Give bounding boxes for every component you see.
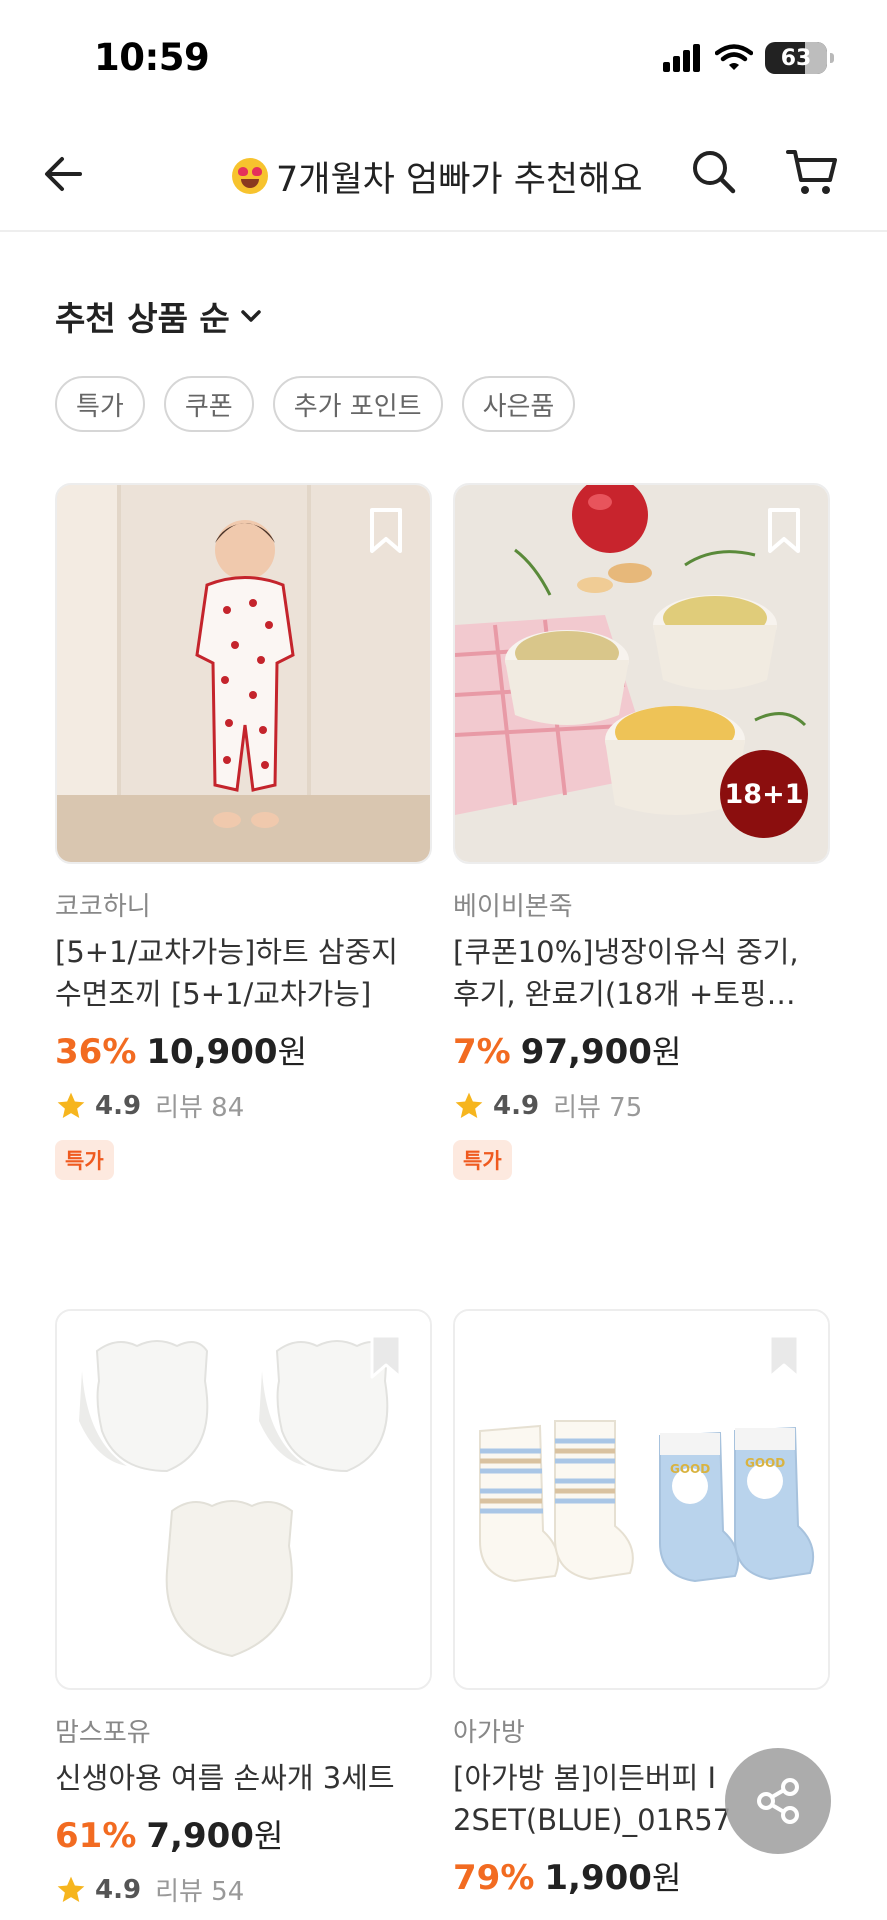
filter-chip-extra-points[interactable]: 추가 포인트 xyxy=(272,376,443,432)
product-brand: 코코하니 xyxy=(55,892,151,922)
product-card[interactable]: 코코하니 [5+1/교차가능]하트 삼중지 수면조끼 [5+1/교차가능] 36… xyxy=(55,483,432,1180)
product-name[interactable]: 신생아용 여름 손싸개 3세트 xyxy=(55,1757,432,1799)
bookmark-icon[interactable] xyxy=(764,1333,804,1381)
product-name[interactable]: [쿠폰10%]냉장이유식 중기, 후기, 완료기(18개 +토핑… xyxy=(453,931,830,1015)
review-count: 리뷰 75 xyxy=(553,1093,643,1123)
discount-rate: 36% xyxy=(55,1032,137,1072)
sort-label: 추천 상품 순 xyxy=(55,299,230,338)
rating-row: 4.9 리뷰 54 xyxy=(55,1871,432,1908)
status-bar: 10:59 63 xyxy=(0,0,887,110)
currency: 원 xyxy=(651,1859,682,1897)
currency: 원 xyxy=(253,1817,284,1855)
price-row: 36% 10,900원 xyxy=(55,1027,432,1073)
filter-chips: 특가 쿠폰 추가 포인트 사은품 xyxy=(55,376,576,432)
search-icon[interactable] xyxy=(688,146,740,198)
bookmark-icon[interactable] xyxy=(366,1333,406,1381)
star-icon xyxy=(57,1092,85,1118)
product-image[interactable] xyxy=(55,483,432,864)
share-button[interactable] xyxy=(725,1748,831,1854)
product-image[interactable]: GOOD GOOD xyxy=(453,1309,830,1690)
top-navigation: 7개월차 엄빠가 추천해요 xyxy=(0,120,887,232)
page-title: 7개월차 엄빠가 추천해요 xyxy=(232,148,643,204)
rating-row: 4.9 리뷰 84 xyxy=(55,1087,432,1124)
sort-dropdown[interactable]: 추천 상품 순 xyxy=(55,292,264,340)
battery-icon: 63 xyxy=(765,42,834,74)
rating-value: 4.9 xyxy=(493,1090,540,1121)
rating-row: 4.9 리뷰 75 xyxy=(453,1087,830,1124)
chevron-down-icon xyxy=(241,310,261,322)
filter-chip-gift[interactable]: 사은품 xyxy=(461,376,576,432)
product-price: 1,900 xyxy=(544,1858,652,1898)
star-icon xyxy=(57,1876,85,1902)
product-price: 97,900 xyxy=(520,1032,652,1072)
product-name[interactable]: [5+1/교차가능]하트 삼중지 수면조끼 [5+1/교차가능] xyxy=(55,931,432,1015)
status-icons: 63 xyxy=(663,42,834,74)
filter-chip-coupon[interactable]: 쿠폰 xyxy=(163,376,254,432)
product-price: 7,900 xyxy=(146,1816,254,1856)
price-row: 61% 7,900원 xyxy=(55,1811,432,1857)
heart-eyes-emoji-icon xyxy=(232,158,268,194)
status-time: 10:59 xyxy=(94,36,210,79)
star-icon xyxy=(455,1092,483,1118)
currency: 원 xyxy=(651,1033,682,1071)
product-brand: 아가방 xyxy=(453,1718,525,1748)
product-brand: 베이비본죽 xyxy=(453,892,573,922)
bookmark-icon[interactable] xyxy=(764,507,804,555)
special-price-badge: 특가 xyxy=(55,1140,114,1180)
share-icon xyxy=(757,1778,799,1824)
review-count: 리뷰 84 xyxy=(155,1093,245,1123)
filter-chip-special[interactable]: 특가 xyxy=(55,376,145,432)
product-price: 10,900 xyxy=(146,1032,278,1072)
special-price-badge: 특가 xyxy=(453,1140,512,1180)
svg-text:GOOD: GOOD xyxy=(670,1462,710,1476)
price-row: 79% 1,900원 xyxy=(453,1853,830,1899)
bundle-badge: 18+1 xyxy=(720,750,808,838)
rating-value: 4.9 xyxy=(95,1874,142,1905)
product-card[interactable]: 18+1 베이비본죽 [쿠폰10%]냉장이유식 중기, 후기, 완료기(18개 … xyxy=(453,483,830,1180)
product-brand: 맘스포유 xyxy=(55,1718,151,1748)
currency: 원 xyxy=(277,1033,308,1071)
product-image[interactable]: 18+1 xyxy=(453,483,830,864)
cart-icon[interactable] xyxy=(784,144,840,200)
review-count: 리뷰 54 xyxy=(155,1877,245,1907)
product-card[interactable]: 맘스포유 신생아용 여름 손싸개 3세트 61% 7,900원 4.9 리뷰 5… xyxy=(55,1309,432,1908)
discount-rate: 79% xyxy=(453,1858,535,1898)
price-row: 7% 97,900원 xyxy=(453,1027,830,1073)
product-image[interactable] xyxy=(55,1309,432,1690)
signal-icon xyxy=(663,44,700,72)
wifi-icon xyxy=(715,44,753,70)
svg-text:GOOD: GOOD xyxy=(745,1456,785,1470)
discount-rate: 61% xyxy=(55,1816,137,1856)
back-arrow-icon[interactable] xyxy=(40,148,92,200)
rating-value: 4.9 xyxy=(95,1090,142,1121)
bookmark-icon[interactable] xyxy=(366,507,406,555)
page-title-text: 7개월차 엄빠가 추천해요 xyxy=(276,159,643,200)
battery-level: 63 xyxy=(780,45,812,71)
discount-rate: 7% xyxy=(453,1032,511,1072)
